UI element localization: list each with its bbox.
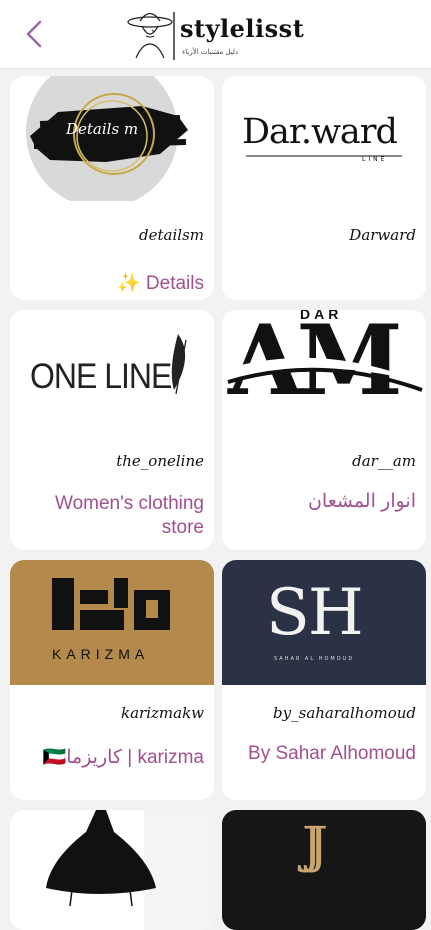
profile-logo-image xyxy=(10,810,214,930)
profile-handle: by_saharalhomoud xyxy=(273,704,416,722)
profile-card[interactable]: KARIZMA karizmakw 🇰🇼كاريزما | karizma xyxy=(10,560,214,800)
profile-description: ✨ Details xyxy=(116,273,204,294)
profile-card[interactable]: ONE LINE the_oneline Women's clothing st… xyxy=(10,310,214,550)
profile-handle: detailsm xyxy=(139,226,204,244)
profile-logo-image: ONE LINE xyxy=(10,310,214,435)
profile-logo-image: JJ xyxy=(222,810,426,930)
logo-text: KARIZMA xyxy=(52,646,150,662)
profile-handle: Darward xyxy=(349,226,416,244)
logo-subtext: LINE xyxy=(362,156,388,163)
feather-icon xyxy=(171,334,187,395)
profile-handle: karizmakw xyxy=(121,704,204,722)
profile-handle: the_oneline xyxy=(116,452,204,470)
brand-logo: stylelisst دليل مقتنيات الأزياء xyxy=(122,8,322,64)
profile-card[interactable]: Dar.ward LINE Darward xyxy=(222,76,426,300)
fashion-woman-icon xyxy=(127,12,175,60)
profile-card[interactable]: SH SAHAR AL HOMOUD by_saharalhomoud By S… xyxy=(222,560,426,800)
profile-card[interactable]: JJ xyxy=(222,810,426,930)
chevron-left-icon xyxy=(26,20,42,48)
logo-text: Details m xyxy=(66,120,139,138)
logo-text: JJ xyxy=(302,816,328,874)
profile-handle: dar__am xyxy=(352,452,416,470)
profile-card[interactable]: Details m detailsm ✨ Details xyxy=(10,76,214,300)
profile-logo-image: Dar.ward LINE xyxy=(222,76,426,201)
profile-logo-image: Details m xyxy=(10,76,214,201)
logo-subtext: SAHAR AL HOMOUD xyxy=(274,656,355,662)
app-header: stylelisst دليل مقتنيات الأزياء xyxy=(0,0,431,69)
logo-text: SH xyxy=(266,576,364,650)
profile-description: Women's clothing store xyxy=(54,493,204,538)
brand-name: stylelisst xyxy=(180,14,305,43)
profile-logo-image: SH SAHAR AL HOMOUD xyxy=(222,560,426,685)
brand-tagline: دليل مقتنيات الأزياء xyxy=(182,48,239,56)
profile-logo-image: DAR AM xyxy=(222,310,426,435)
profile-description: By Sahar Alhomoud xyxy=(248,743,416,764)
profile-logo-image: KARIZMA xyxy=(10,560,214,685)
profile-description: انوار المشعان xyxy=(307,491,416,512)
profile-card[interactable] xyxy=(10,810,214,930)
back-button[interactable] xyxy=(20,16,52,52)
profile-card[interactable]: DAR AM dar__am انوار المشعان xyxy=(222,310,426,550)
profile-description: 🇰🇼كاريزما | karizma xyxy=(42,747,204,768)
dress-icon xyxy=(46,810,214,930)
